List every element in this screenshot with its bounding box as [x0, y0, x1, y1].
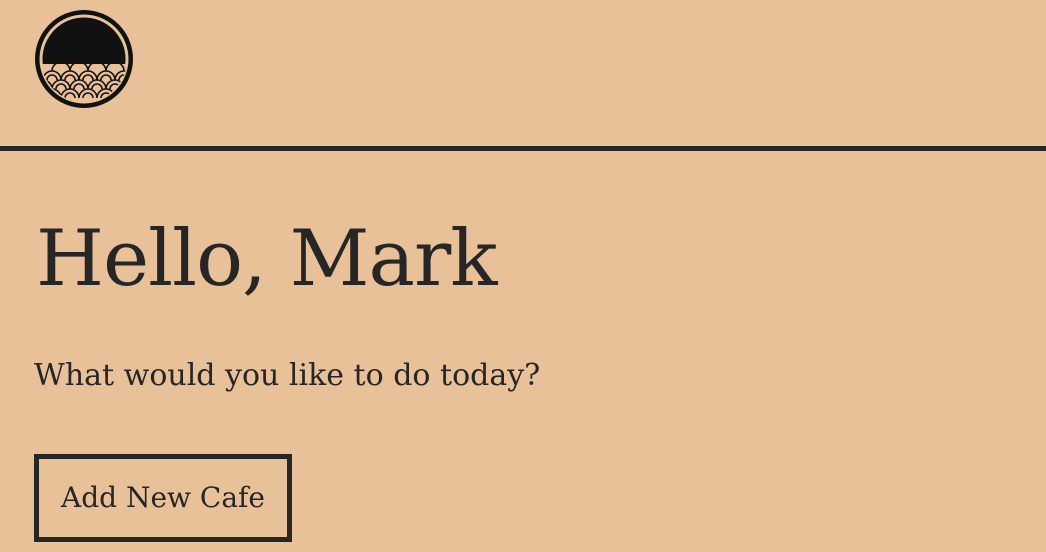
- add-new-cafe-button[interactable]: Add New Cafe: [34, 454, 292, 542]
- prompt-text: What would you like to do today?: [34, 358, 541, 393]
- site-header: [0, 0, 1046, 151]
- home-logo-link[interactable]: [33, 8, 135, 110]
- greeting-heading: Hello, Mark: [36, 214, 498, 304]
- wave-circle-logo-icon: [35, 10, 133, 108]
